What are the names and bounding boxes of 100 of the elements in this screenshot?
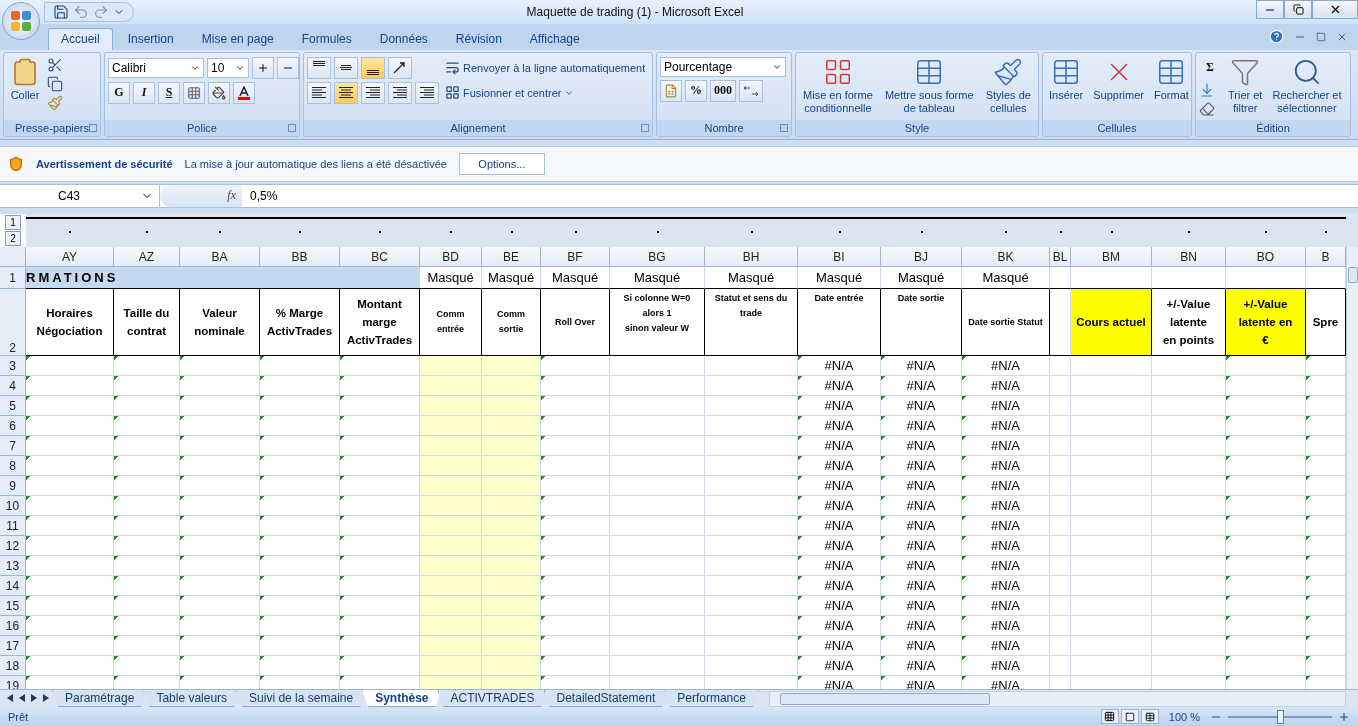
- grow-font-button[interactable]: [252, 56, 274, 79]
- style-button[interactable]: Styles de cellules: [982, 56, 1034, 115]
- sheet-tab[interactable]: DetailedStatement: [543, 690, 669, 708]
- copy-icon[interactable]: [47, 75, 63, 92]
- horizontal-align-button[interactable]: [334, 81, 358, 104]
- editing-button[interactable]: Rechercher et sélectionner: [1269, 56, 1345, 115]
- page-break-button[interactable]: [1140, 709, 1159, 725]
- office-button[interactable]: [2, 2, 40, 40]
- ribbon-tab[interactable]: Insertion: [114, 27, 187, 50]
- font-size-field[interactable]: 10: [207, 57, 249, 78]
- normal-view-button[interactable]: [1100, 709, 1119, 725]
- ribbon-tab[interactable]: Accueil: [48, 27, 113, 50]
- vertical-align-button[interactable]: [361, 56, 385, 79]
- horizontal-scrollbar[interactable]: [768, 691, 1346, 708]
- zoom-thumb[interactable]: [1277, 709, 1284, 724]
- minimize-button[interactable]: [1256, 0, 1284, 19]
- column-header[interactable]: BO: [1226, 247, 1306, 268]
- insert-function-button[interactable]: fx: [160, 184, 242, 207]
- row-header[interactable]: 15: [0, 596, 26, 617]
- increase-decimal-button[interactable]: [739, 79, 763, 102]
- row-header[interactable]: 10: [0, 496, 26, 517]
- formula-field[interactable]: 0,5%: [242, 188, 278, 203]
- sheet-tab[interactable]: ACTIVTRADES: [437, 690, 548, 708]
- editing-button[interactable]: Trier et filtrer: [1225, 56, 1266, 115]
- row-header[interactable]: 7: [0, 436, 26, 457]
- horizontal-align-button[interactable]: [361, 81, 385, 104]
- page-layout-button[interactable]: [1120, 709, 1139, 725]
- vertical-align-button[interactable]: [334, 56, 358, 79]
- column-header[interactable]: BC: [340, 247, 420, 268]
- column-header[interactable]: AY: [26, 247, 114, 268]
- fill-down-icon[interactable]: [1199, 81, 1215, 98]
- row-header[interactable]: 2: [0, 289, 26, 357]
- restore-button[interactable]: [1284, 0, 1312, 19]
- thousands-button[interactable]: 000: [710, 79, 736, 102]
- column-header[interactable]: BN: [1152, 247, 1226, 268]
- column-header[interactable]: BJ: [881, 247, 962, 268]
- increase-indent-button[interactable]: [415, 81, 439, 104]
- sheet-nav-button[interactable]: [18, 693, 26, 704]
- font-style-button[interactable]: G: [108, 81, 130, 104]
- fill-color-button[interactable]: [208, 81, 230, 104]
- column-header[interactable]: AZ: [114, 247, 180, 268]
- font-style-button[interactable]: S: [158, 81, 180, 104]
- column-header[interactable]: BF: [541, 247, 610, 268]
- name-box[interactable]: C43: [0, 184, 160, 207]
- row-header[interactable]: 11: [0, 516, 26, 537]
- ribbon-tab[interactable]: Révision: [442, 27, 515, 50]
- sheet-nav-button[interactable]: [30, 693, 38, 704]
- row-header[interactable]: 4: [0, 376, 26, 397]
- row-header[interactable]: 12: [0, 536, 26, 557]
- sheet-tab[interactable]: Performance: [664, 690, 759, 708]
- row-header[interactable]: 1: [0, 267, 26, 290]
- options-button[interactable]: Options...: [458, 152, 545, 175]
- row-header[interactable]: 17: [0, 636, 26, 657]
- zoom-in-icon[interactable]: [1338, 710, 1350, 723]
- vertical-align-button[interactable]: [307, 56, 331, 79]
- row-header[interactable]: 3: [0, 356, 26, 377]
- ribbon-tab[interactable]: Formules: [288, 27, 365, 50]
- borders-button[interactable]: [183, 81, 205, 104]
- help-icon[interactable]: [1269, 29, 1284, 45]
- font-color-button[interactable]: [233, 81, 255, 104]
- column-header[interactable]: BE: [482, 247, 541, 268]
- row-header[interactable]: 18: [0, 656, 26, 677]
- column-header[interactable]: BI: [798, 247, 881, 268]
- row-header[interactable]: 9: [0, 476, 26, 497]
- column-header[interactable]: BK: [962, 247, 1050, 268]
- row-header[interactable]: 8: [0, 456, 26, 477]
- column-header[interactable]: BL: [1050, 247, 1071, 268]
- style-button[interactable]: Mise en forme conditionnelle: [800, 56, 876, 115]
- row-header[interactable]: 16: [0, 616, 26, 637]
- font-name-field[interactable]: Calibri: [108, 57, 204, 78]
- save-icon[interactable]: [53, 4, 69, 20]
- merge-center-button[interactable]: Fusionner et centrer: [443, 81, 648, 104]
- currency-button[interactable]: [660, 79, 682, 102]
- column-header[interactable]: BB: [260, 247, 340, 268]
- cells-button[interactable]: Insérer: [1046, 56, 1087, 102]
- cells-button[interactable]: Supprimer: [1090, 56, 1147, 102]
- number-format-field[interactable]: Pourcentage: [660, 56, 786, 77]
- wrap-text-button[interactable]: Renvoyer à la ligne automatiquement: [443, 56, 648, 79]
- row-header[interactable]: 13: [0, 556, 26, 577]
- row-header[interactable]: 5: [0, 396, 26, 417]
- horizontal-align-button[interactable]: [307, 81, 331, 104]
- percent-button[interactable]: %: [685, 79, 707, 102]
- sheet-tab[interactable]: Paramétrage: [52, 690, 148, 708]
- decrease-indent-button[interactable]: [388, 81, 412, 104]
- outline-level-button[interactable]: 1: [5, 214, 21, 230]
- cells-button[interactable]: Format: [1151, 56, 1192, 102]
- ribbon-tab[interactable]: Données: [366, 27, 441, 50]
- vertical-scrollbar[interactable]: [1346, 247, 1358, 690]
- ribbon-tab[interactable]: Mise en page: [188, 27, 287, 50]
- column-header[interactable]: BD: [420, 247, 482, 268]
- paste-button[interactable]: Coller: [7, 56, 43, 102]
- sheet-tab[interactable]: Synthèse: [362, 690, 442, 708]
- outline-level-button[interactable]: 2: [5, 230, 21, 246]
- row-header[interactable]: 14: [0, 576, 26, 597]
- sheet-nav-button[interactable]: [42, 693, 50, 704]
- eraser-icon[interactable]: [1199, 100, 1215, 117]
- style-button[interactable]: Mettre sous forme de tableau: [881, 56, 977, 115]
- sheet-nav-button[interactable]: [6, 693, 14, 704]
- column-header[interactable]: B: [1306, 247, 1346, 268]
- close-button[interactable]: [1312, 0, 1358, 19]
